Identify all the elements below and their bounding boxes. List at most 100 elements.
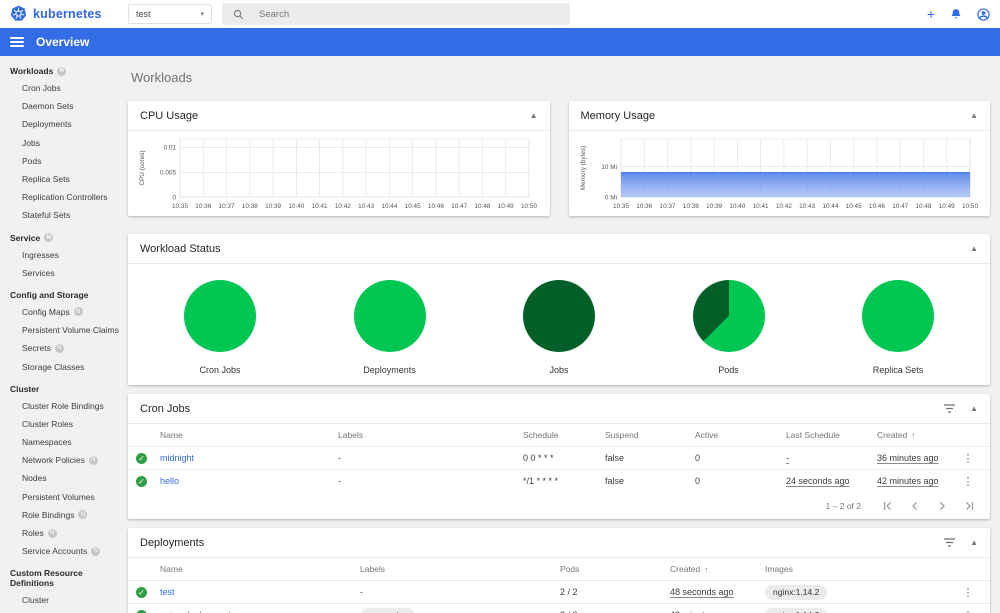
svg-text:10:38: 10:38 — [682, 203, 698, 210]
deployments-column-name[interactable]: Name — [160, 564, 360, 574]
cron-jobs-column-last-schedule[interactable]: Last Schedule — [786, 430, 877, 440]
kubernetes-logo[interactable]: kubernetes — [10, 5, 102, 22]
sidebar-item-label: Daemon Sets — [22, 101, 74, 112]
sidebar-item-jobs[interactable]: Jobs — [0, 134, 120, 152]
cron-jobs-column-active[interactable]: Active — [695, 430, 786, 440]
row-menu-button[interactable]: ⋮ — [956, 452, 980, 465]
image-chip: nginx:1.14.2 — [765, 584, 828, 600]
cron-jobs-column-name[interactable]: Name — [160, 430, 338, 440]
sidebar-item-storage-classes[interactable]: Storage Classes — [0, 357, 120, 375]
sidebar-item-secrets[interactable]: Secrets N — [0, 339, 120, 357]
sidebar-item-label: Pods — [22, 155, 42, 166]
collapse-caret-icon[interactable]: ▲ — [970, 111, 978, 120]
sidebar-item-nodes[interactable]: Nodes — [0, 469, 120, 487]
svg-text:10:45: 10:45 — [405, 203, 421, 210]
deployments-column-labels[interactable]: Labels — [360, 564, 560, 574]
sidebar-item-label: Nodes — [22, 473, 47, 484]
sidebar-item-services[interactable]: Services — [0, 264, 120, 282]
notifications-button[interactable] — [950, 8, 962, 20]
deployment-pods: 2 / 2 — [560, 587, 578, 597]
namespace-select[interactable]: test ▾ — [128, 4, 212, 24]
bell-icon — [951, 9, 961, 19]
search-input[interactable] — [257, 7, 537, 21]
cpu-usage-title: CPU Usage — [140, 109, 199, 122]
cron-jobs-pagination: 1 – 2 of 2 — [128, 492, 990, 519]
cron-jobs-card: Cron Jobs ▲ Name Labels Schedule Suspend Act… — [128, 394, 990, 519]
first-page-button[interactable] — [883, 501, 893, 511]
account-button[interactable] — [977, 7, 990, 21]
filter-button[interactable] — [943, 538, 956, 547]
pie-chart — [692, 280, 765, 352]
sidebar-item-persistent-volumes[interactable]: Persistent Volumes — [0, 488, 120, 506]
chevron-down-icon: ▾ — [200, 11, 204, 18]
row-menu-button[interactable]: ⋮ — [956, 609, 980, 613]
deployments-column-pods[interactable]: Pods — [560, 564, 670, 574]
sidebar-item-deployments[interactable]: Deployments — [0, 115, 120, 133]
svg-text:10:44: 10:44 — [381, 203, 397, 210]
svg-text:0.005: 0.005 — [160, 170, 176, 177]
namespaced-badge: N — [44, 233, 54, 242]
sidebar-item-network-policies[interactable]: Network Policies N — [0, 451, 120, 469]
sidebar-item-label: Storage Classes — [22, 361, 85, 372]
cron-jobs-column-labels[interactable]: Labels — [338, 430, 523, 440]
sidebar-item-roles[interactable]: Roles N — [0, 524, 120, 542]
svg-text:10:50: 10:50 — [962, 203, 978, 210]
sidebar-item-label: Persistent Volume Claims — [22, 325, 119, 336]
collapse-caret-icon[interactable]: ▲ — [970, 404, 978, 413]
sidebar-item-role-bindings[interactable]: Role Bindings N — [0, 506, 120, 524]
sidebar-item-persistent-volume-claims[interactable]: Persistent Volume ClaimsN — [0, 321, 120, 339]
svg-text:10:50: 10:50 — [521, 203, 537, 210]
sidebar-item-daemon-sets[interactable]: Daemon Sets — [0, 97, 120, 115]
svg-text:10:47: 10:47 — [892, 203, 908, 210]
search-bar[interactable] — [222, 3, 570, 25]
sidebar-item-replication-controllers[interactable]: Replication Controllers — [0, 188, 120, 206]
sidebar-item-certificate[interactable]: Certificate — [0, 610, 120, 613]
svg-text:10:41: 10:41 — [752, 203, 768, 210]
sidebar-item-pods[interactable]: Pods — [0, 152, 120, 170]
create-button[interactable]: + — [927, 7, 935, 21]
collapse-caret-icon[interactable]: ▲ — [530, 111, 538, 120]
pie-chart — [353, 280, 426, 352]
next-page-button[interactable] — [937, 501, 947, 511]
sidebar-group-label: Cluster — [10, 383, 40, 394]
deployments-column-created[interactable]: Created ↑ — [670, 564, 765, 574]
sidebar-item-replica-sets[interactable]: Replica Sets — [0, 170, 120, 188]
sidebar-item-ingresses[interactable]: Ingresses — [0, 246, 120, 264]
sidebar-item-cluster-roles[interactable]: Cluster Roles — [0, 415, 120, 433]
main-content: Workloads CPU Usage ▲ 10:35 10:36 10:37 10:… — [120, 56, 1000, 613]
last-page-button[interactable] — [964, 501, 974, 511]
deployments-title: Deployments — [140, 536, 205, 549]
collapse-caret-icon[interactable]: ▲ — [970, 538, 978, 547]
header-actions: + — [927, 0, 990, 28]
svg-text:10:48: 10:48 — [474, 203, 490, 210]
collapse-caret-icon[interactable]: ▲ — [970, 244, 978, 253]
menu-button[interactable] — [10, 37, 24, 47]
workload-status-card: Workload Status ▲ Cron Jobs Deployments Jo… — [128, 234, 990, 385]
filter-button[interactable] — [943, 404, 956, 413]
sidebar-item-label: Replication Controllers — [22, 192, 108, 203]
sidebar-item-service-accounts[interactable]: Service Accounts N — [0, 542, 120, 560]
sidebar-item-stateful-sets[interactable]: Stateful Sets — [0, 206, 120, 224]
sidebar-item-cluster[interactable]: Cluster — [0, 591, 120, 609]
svg-text:10:40: 10:40 — [288, 203, 304, 210]
svg-text:10:37: 10:37 — [659, 203, 675, 210]
deployment-name-link[interactable]: test — [160, 587, 360, 597]
sidebar-item-label: Config Maps — [22, 306, 70, 317]
previous-page-button[interactable] — [910, 501, 920, 511]
cron-jobs-column-created[interactable]: Created ↑ — [877, 430, 956, 440]
deployments-column-images[interactable]: Images — [765, 564, 956, 574]
cron-jobs-column-schedule[interactable]: Schedule — [523, 430, 605, 440]
row-menu-button[interactable]: ⋮ — [956, 586, 980, 599]
cpu-usage-card: CPU Usage ▲ 10:35 10:36 10:37 10:38 10:39 10:… — [128, 101, 550, 216]
svg-text:0 Mi: 0 Mi — [604, 194, 616, 201]
cron-job-name-link[interactable]: midnight — [160, 453, 338, 463]
label-chip: app: nginx — [360, 607, 416, 613]
sidebar-item-cron-jobs[interactable]: Cron Jobs — [0, 79, 120, 97]
sidebar-item-namespaces[interactable]: Namespaces — [0, 433, 120, 451]
sidebar-item-cluster-role-bindings[interactable]: Cluster Role Bindings — [0, 397, 120, 415]
cron-job-name-link[interactable]: hello — [160, 476, 338, 486]
cron-jobs-column-suspend[interactable]: Suspend — [605, 430, 695, 440]
sidebar-item-config-maps[interactable]: Config Maps N — [0, 303, 120, 321]
row-menu-button[interactable]: ⋮ — [956, 475, 980, 488]
sort-ascending-icon: ↑ — [704, 564, 709, 574]
